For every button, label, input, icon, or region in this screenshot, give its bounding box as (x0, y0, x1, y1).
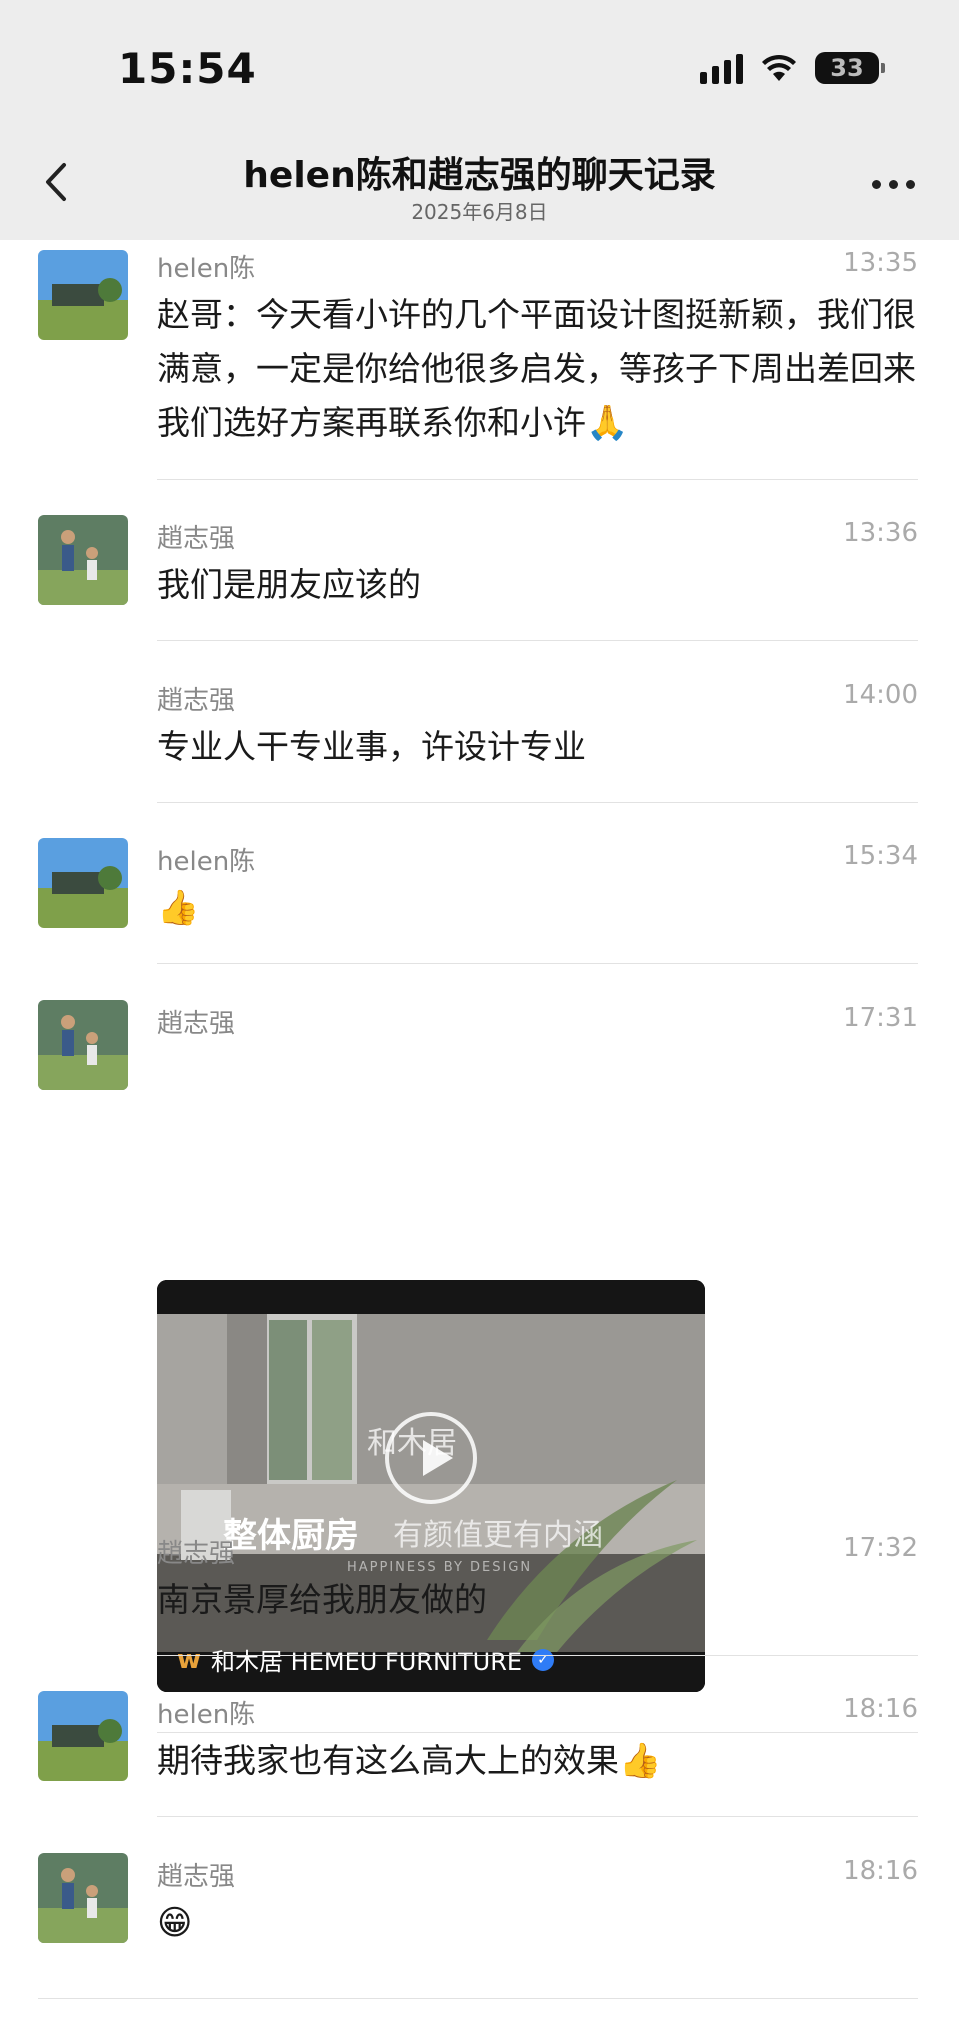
message-text: 南京景厚给我朋友做的 (157, 1580, 487, 1619)
sender-name: 趙志强 (157, 524, 236, 554)
page-title: helen陈和趙志强的聊天记录 (243, 155, 716, 196)
message-text: 😁 (157, 1896, 917, 1950)
sender-name: 趙志强 (157, 686, 236, 716)
sender-name: 趙志强 (157, 1009, 236, 1039)
divider (157, 640, 918, 641)
verified-icon: ✓ (532, 1648, 555, 1671)
grin-emoji: 😁 (157, 1903, 193, 1943)
avatar[interactable] (38, 1691, 128, 1781)
message-text: 专业人干专业事，许设计专业 (157, 727, 586, 766)
avatar[interactable] (38, 515, 128, 605)
message-text: 我们是朋友应该的 (157, 565, 421, 604)
message-text: 期待我家也有这么高大上的效果👍 (157, 1741, 662, 1781)
header-bar: 15:54 33 helen陈和趙志强的聊天记录 2025年6月8日 (0, 0, 959, 240)
message-time: 18:16 (843, 1856, 918, 1886)
message-time: 15:34 (843, 841, 918, 871)
avatar[interactable] (38, 1853, 128, 1943)
divider (38, 1998, 918, 1999)
status-icons: 33 (700, 52, 885, 84)
avatar[interactable] (38, 838, 128, 928)
message-text: 赵哥：今天看小许的几个平面设计图挺新颖，我们很满意，一定是你给他很多启发，等孩子… (157, 295, 916, 443)
sender-name: helen陈 (157, 1700, 256, 1730)
video-source: ᴡ 和木居 HEMEU FURNITURE ✓ (177, 1642, 555, 1677)
wifi-icon (762, 54, 796, 81)
sender-name: 趙志强 (157, 1539, 236, 1569)
pray-emoji: 🙏 (586, 403, 629, 443)
message-text: 👍 (157, 881, 917, 935)
sender-name: helen陈 (157, 847, 256, 877)
divider (157, 802, 918, 803)
divider (157, 963, 918, 964)
sender-name: helen陈 (157, 254, 256, 284)
status-time: 15:54 (118, 44, 257, 93)
message-time: 18:16 (843, 1694, 918, 1724)
video-source-label: 和木居 HEMEU FURNITURE (211, 1648, 523, 1676)
video-caption-main: 整体厨房 (223, 1516, 359, 1556)
play-icon[interactable] (385, 1412, 477, 1504)
more-icon[interactable] (872, 180, 915, 189)
message-time: 14:00 (843, 680, 918, 710)
thumbs-up-emoji: 👍 (619, 1741, 662, 1781)
page-subtitle: 2025年6月8日 (411, 200, 548, 224)
divider (157, 1655, 918, 1656)
battery-icon: 33 (815, 52, 885, 84)
message-time: 17:31 (843, 1003, 918, 1033)
avatar[interactable] (38, 250, 128, 340)
divider (157, 1816, 918, 1817)
divider (157, 479, 918, 480)
divider (157, 1732, 918, 1733)
brand-logo-icon: ᴡ (177, 1644, 202, 1675)
sender-name: 趙志强 (157, 1862, 236, 1892)
video-caption-sub: 有颜值更有内涵 (393, 1518, 603, 1553)
message-time: 13:35 (843, 248, 918, 278)
thumbs-up-emoji: 👍 (157, 888, 200, 928)
avatar[interactable] (38, 1000, 128, 1090)
message-time: 13:36 (843, 518, 918, 548)
video-card[interactable]: 和木居 整体厨房 有颜值更有内涵 HAPPINESS BY DESIGN ᴡ 和… (157, 1280, 705, 1692)
message-time: 17:32 (843, 1533, 918, 1563)
signal-icon (700, 52, 743, 84)
